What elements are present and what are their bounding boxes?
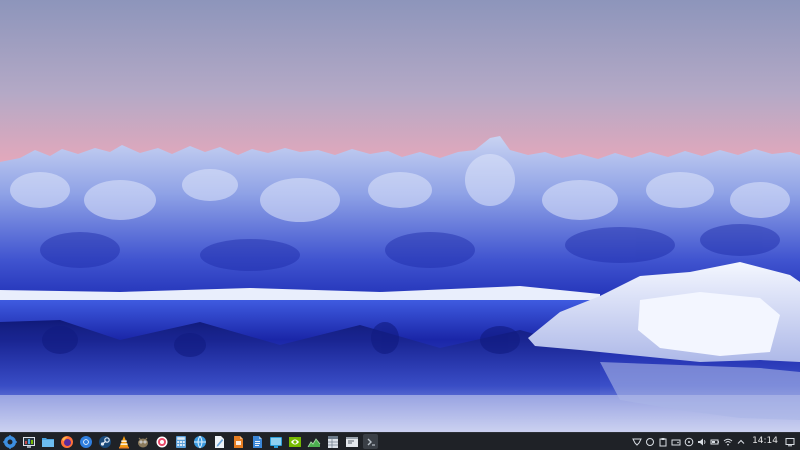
vlc-icon[interactable]	[116, 434, 131, 449]
battery-icon[interactable]	[709, 436, 721, 448]
system-tray: 14:14	[630, 433, 800, 450]
steam-icon[interactable]	[97, 434, 112, 449]
taskbar: 14:14	[0, 432, 800, 450]
chart-monitor-icon[interactable]	[306, 434, 321, 449]
update-tray-icon[interactable]	[683, 436, 695, 448]
terminal-window-icon[interactable]	[344, 434, 359, 449]
firefox-icon[interactable]	[59, 434, 74, 449]
system-monitor-icon[interactable]	[21, 434, 36, 449]
presentation-icon[interactable]	[230, 434, 245, 449]
nvidia-settings-icon[interactable]	[287, 434, 302, 449]
desktop: 14:14	[0, 0, 800, 450]
text-editor-icon[interactable]	[211, 434, 226, 449]
browser-icon[interactable]	[192, 434, 207, 449]
remote-desktop-icon[interactable]	[268, 434, 283, 449]
expand-tray-icon[interactable]	[735, 436, 747, 448]
wallpaper-image	[0, 0, 800, 432]
gimp-icon[interactable]	[135, 434, 150, 449]
calculator-icon[interactable]	[173, 434, 188, 449]
application-launcher-icon[interactable]	[2, 434, 17, 449]
screen-recorder-icon[interactable]	[154, 434, 169, 449]
wallpaper	[0, 0, 800, 432]
clipboard-tray-icon[interactable]	[657, 436, 669, 448]
steam-tray-icon[interactable]	[631, 436, 643, 448]
volume-icon[interactable]	[696, 436, 708, 448]
terminal-icon[interactable]	[363, 434, 378, 449]
spreadsheet-icon[interactable]	[325, 434, 340, 449]
clock[interactable]: 14:14	[752, 433, 778, 450]
task-manager	[0, 433, 382, 450]
chromium-icon[interactable]	[78, 434, 93, 449]
file-manager-icon[interactable]	[40, 434, 55, 449]
show-desktop-icon[interactable]	[784, 436, 796, 448]
document-icon[interactable]	[249, 434, 264, 449]
storage-tray-icon[interactable]	[670, 436, 682, 448]
wifi-icon[interactable]	[722, 436, 734, 448]
sync-tray-icon[interactable]	[644, 436, 656, 448]
